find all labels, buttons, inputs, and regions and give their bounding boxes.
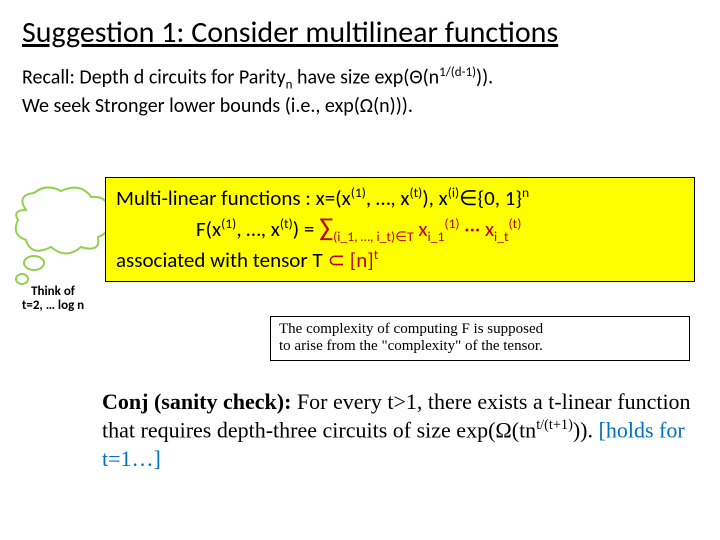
txt: x xyxy=(414,216,428,242)
conjecture-block: Conj (sanity check): For every t>1, ther… xyxy=(102,388,692,473)
sup-exp: 1/(d-1) xyxy=(439,65,476,80)
txt: Think of xyxy=(31,284,75,299)
recall-block: Recall: Depth d circuits for Parityn hav… xyxy=(0,61,720,121)
sup: (t) xyxy=(280,215,293,232)
txt: ) = xyxy=(293,216,319,242)
recall-text: )). xyxy=(476,66,493,90)
recall-text: have size exp(Θ(n xyxy=(293,66,440,90)
txt: ∈{0, 1} xyxy=(459,185,522,211)
txt: , …, x xyxy=(236,216,280,242)
sub: i_t xyxy=(494,228,509,245)
recall-text: Recall: Depth d circuits for Parity xyxy=(22,66,286,90)
txt: )). xyxy=(573,417,599,442)
sup: (1) xyxy=(221,215,236,232)
def-line3: associated with tensor T ⊂ [n]t xyxy=(116,246,684,273)
sub: i_1 xyxy=(428,228,445,245)
def-line1: Multi-linear functions : x=(x(1), …, x(t… xyxy=(116,184,684,211)
recall-text: We seek Stronger lower bounds (i.e., exp… xyxy=(22,94,413,118)
summation-icon: ∑ xyxy=(319,211,333,243)
def-line2: F(x(1), …, x(t)) = ∑(i_1, …, i_t)∈T xi_1… xyxy=(116,211,684,245)
sup: t/(t+1) xyxy=(536,417,573,433)
sup: t xyxy=(374,246,379,263)
sub-n: n xyxy=(286,78,293,93)
txt: The complexity of computing F is suppose… xyxy=(279,321,543,337)
subset-icon: ⊂ xyxy=(327,247,345,273)
txt: [n] xyxy=(345,247,374,273)
thought-label: Think of t=2, … log n xyxy=(8,285,98,314)
sup: (1) xyxy=(351,184,366,201)
txt: associated with tensor T xyxy=(116,247,327,273)
txt: , …, x xyxy=(366,185,410,211)
txt: ), x xyxy=(422,185,447,211)
complexity-note: The complexity of computing F is suppose… xyxy=(270,316,690,361)
txt: Multi-linear functions : x=(x xyxy=(116,185,351,211)
sup: (i) xyxy=(448,184,459,201)
txt: F(x xyxy=(196,216,221,242)
slide-title: Suggestion 1: Consider multilinear funct… xyxy=(0,0,720,61)
sup: (1) xyxy=(444,215,459,232)
conj-label: Conj (sanity check): xyxy=(102,389,297,414)
sup: (t) xyxy=(509,215,522,232)
txt: t=2, … log n xyxy=(22,298,84,313)
sum-sub: (i_1, …, i_t)∈T xyxy=(333,228,414,245)
sup: n xyxy=(522,184,529,201)
thought-bubble-icon xyxy=(6,185,114,295)
txt: ··· x xyxy=(460,216,495,242)
txt: to arise from the "complexity" of the te… xyxy=(279,338,543,354)
definition-box: Multi-linear functions : x=(x(1), …, x(t… xyxy=(105,177,695,282)
sup: (t) xyxy=(409,184,422,201)
